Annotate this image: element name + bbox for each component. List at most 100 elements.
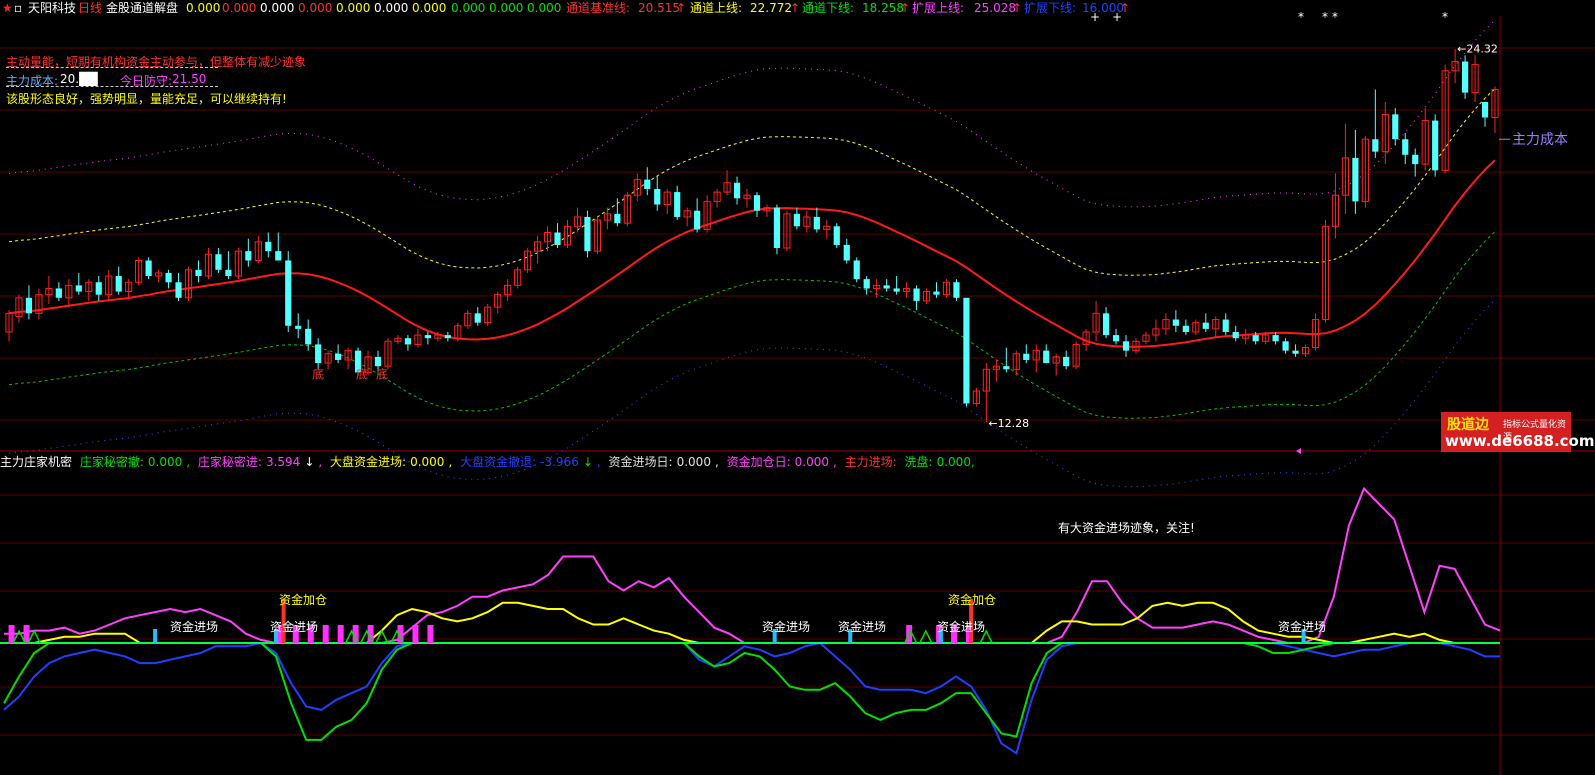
candle-body [374, 356, 382, 367]
lower-item-label: 洗盘: [904, 455, 933, 469]
fund-enter-label: 资金进场 [838, 619, 886, 634]
candle-body [95, 282, 102, 295]
candle-body [953, 282, 960, 298]
lower-item-value: 0.000, [936, 455, 975, 469]
candle-body [843, 244, 850, 261]
top-marker: + [1112, 10, 1122, 24]
series-line [4, 486, 1501, 644]
candle-body [1372, 139, 1379, 152]
lower-item-value: 0.000 [410, 455, 445, 469]
series-line [4, 601, 1500, 644]
candle-body [245, 251, 252, 261]
lower-item-label: 庄家秘密撤: [79, 455, 144, 469]
lower-item-value: -3.966 [540, 455, 579, 469]
candle-body [584, 216, 591, 252]
candle-body [883, 285, 890, 289]
arrow-down-icon: ↓ [582, 455, 593, 469]
watermark-url: www.de6688.com [1445, 432, 1595, 450]
candle-body [1432, 120, 1439, 171]
channel-base-line [8, 159, 1496, 348]
candle-body [654, 188, 661, 205]
lower-item-value: 0.000 [794, 455, 830, 469]
watermark-brand: 股道边 [1447, 417, 1489, 433]
watermark-badge[interactable]: 股道边 指标公式量化资源 www.de6688.com [1441, 412, 1595, 452]
fund-bar [427, 625, 434, 643]
candle-body [1182, 325, 1189, 332]
arrow-down-icon: ↓ [304, 455, 315, 469]
low-price-label: ←12.28 [988, 417, 1029, 430]
candle-body [1112, 335, 1120, 342]
fund-bar [337, 625, 344, 643]
series-line [3, 642, 1500, 741]
candle-body [1412, 154, 1419, 165]
candle-body [165, 272, 172, 283]
candle-body [1252, 335, 1259, 342]
candle-body [1292, 350, 1299, 354]
candle-body [614, 213, 621, 224]
candle-body [474, 313, 481, 323]
series-line [3, 641, 1500, 755]
candle-body [694, 210, 701, 230]
top-marker: * [1442, 10, 1448, 24]
candle-body [1402, 139, 1409, 155]
candle-body [863, 279, 870, 289]
candle-body [833, 226, 840, 245]
candle-body [1462, 61, 1469, 93]
candle-body [285, 260, 292, 326]
candle-body [75, 285, 82, 292]
candle-body [1222, 319, 1229, 332]
candle-body [275, 251, 282, 261]
candle-body [793, 213, 800, 227]
candle-body [1102, 313, 1110, 336]
candle-body [1352, 157, 1359, 202]
candle-body [444, 335, 451, 339]
candle-body [813, 216, 820, 230]
fund-add-label: 资金加仓 [279, 592, 327, 607]
lower-item-label: 大盘资金撤退: [460, 455, 537, 469]
lower-item-label: 资金加仓日: [726, 455, 791, 469]
fund-bar [412, 625, 419, 643]
candle-body [315, 344, 322, 364]
top-marker: * [1298, 10, 1304, 24]
candle-body [1043, 350, 1050, 364]
candle-body [1122, 341, 1130, 351]
lower-item-label: 大盘资金进场: [330, 455, 407, 469]
defense-value: 21.50 [172, 72, 207, 86]
channel-upper-line [8, 88, 1496, 276]
candle-body [215, 254, 222, 270]
kline-chart: ←24.32←12.28底底底主力成本+ + * * * *资金进场 资金进场 资金进场 资金进… [0, 10, 1595, 775]
fund-enter-label: 资金进场 [1278, 619, 1326, 634]
cost-value: 20.██ [60, 72, 98, 86]
bottom-marker: 底 [376, 367, 388, 382]
candle-body [963, 297, 970, 404]
candle-body [195, 269, 202, 277]
fund-bar [322, 625, 329, 643]
big-fund-message: 有大资金进场迹象，关注! [1058, 520, 1195, 535]
bottom-marker: 底 [356, 367, 368, 382]
bottom-marker: 底 [312, 367, 324, 382]
candle-body [265, 241, 272, 252]
candle-body [1172, 319, 1179, 326]
candle-body [554, 232, 561, 245]
candle-body [773, 207, 781, 249]
divider [6, 86, 218, 87]
lower-item-value: 0.000 [147, 455, 183, 469]
lower-indicator-header: 主力庄家机密 庄家秘密撤: 0.000, 庄家秘密进: 3.594 ↓, 大盘资金进场… [0, 455, 975, 469]
top-marker: * [1332, 10, 1338, 24]
candle-body [853, 260, 860, 280]
lower-item-value: 3.594 [265, 455, 301, 469]
candle-body [644, 179, 651, 189]
candle-body [145, 260, 152, 277]
position-marker-icon [1296, 448, 1301, 454]
candle-body [225, 269, 232, 277]
fund-enter-label: 资金进场 [762, 619, 810, 634]
fund-enter-label: 资金进场 [270, 619, 318, 634]
candle-body [1202, 322, 1209, 329]
fund-enter-bar [153, 629, 158, 643]
candle-body [1392, 114, 1399, 140]
divider [6, 67, 218, 68]
candle-body [1063, 356, 1070, 367]
candle-body [1232, 331, 1239, 339]
candle-body [25, 297, 33, 314]
cost-line-label: 主力成本 [1512, 132, 1568, 148]
